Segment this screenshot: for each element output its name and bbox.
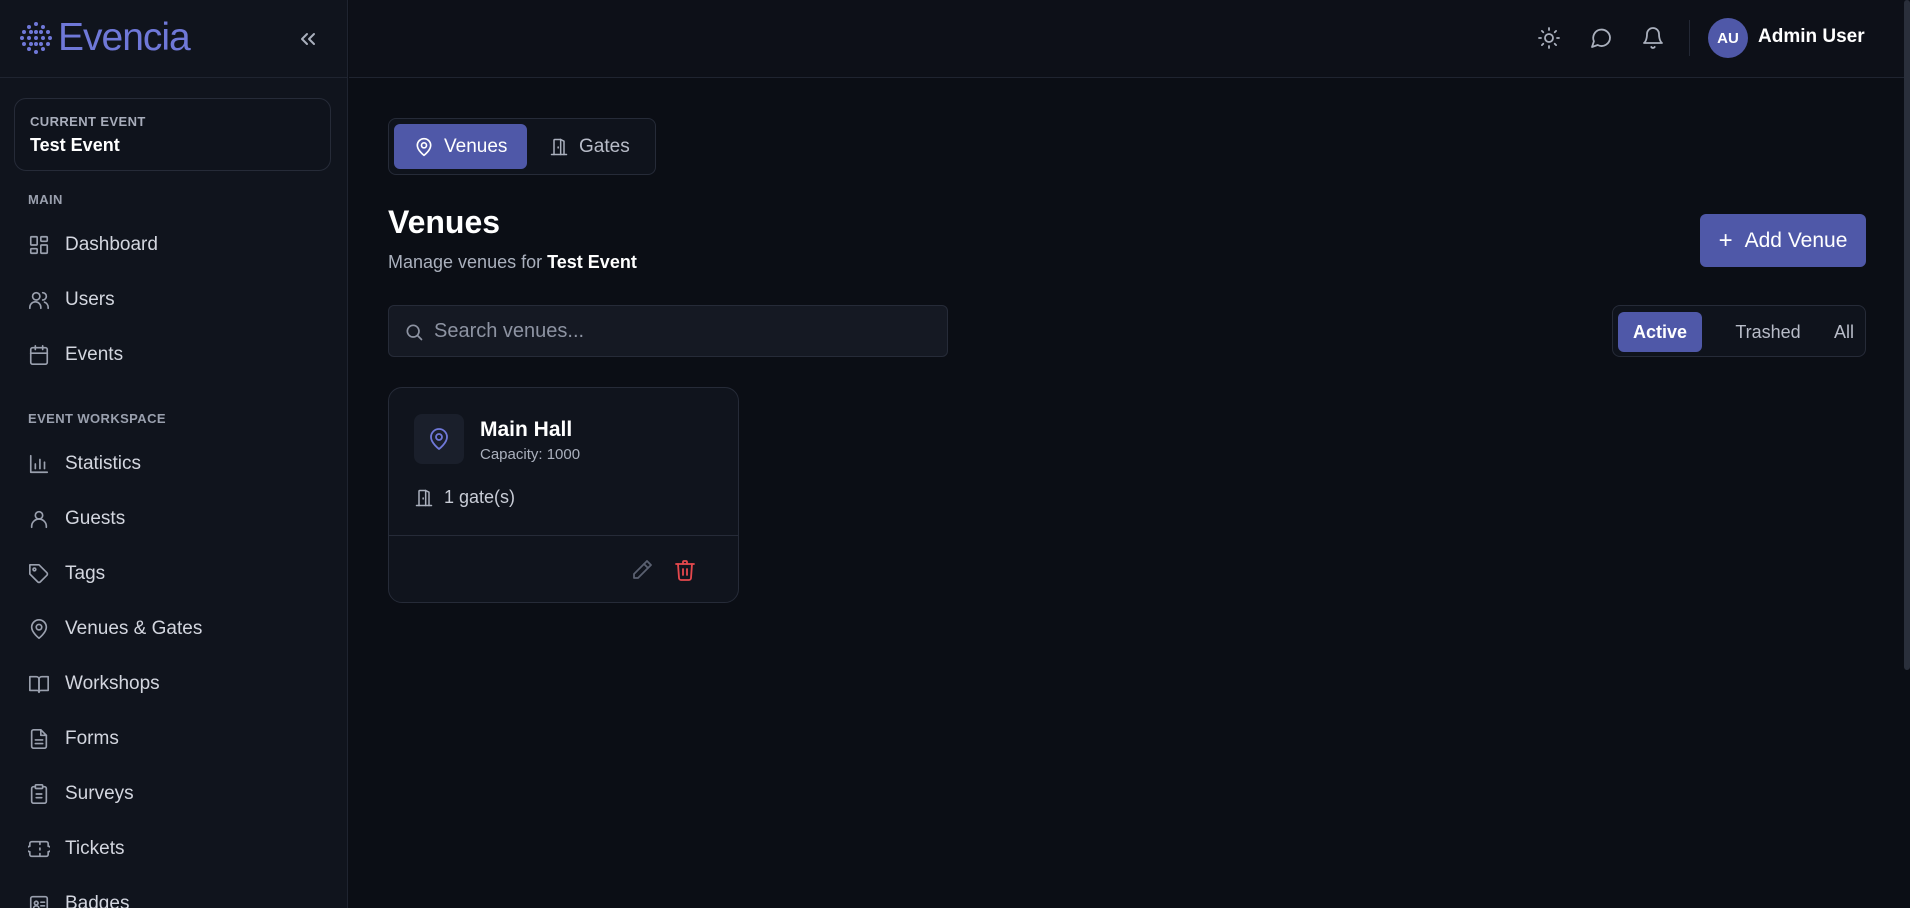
plus-icon: +	[1718, 226, 1733, 254]
trash-icon	[675, 560, 695, 581]
sidebar-item-label: Workshops	[65, 673, 160, 694]
page-scrollbar[interactable]	[1904, 0, 1910, 670]
venue-gate-count: 1 gate(s)	[414, 487, 515, 508]
collapse-sidebar-button[interactable]	[296, 27, 320, 51]
tab-label: Gates	[579, 135, 630, 157]
avatar[interactable]: AU	[1708, 18, 1748, 58]
sidebar-item-forms[interactable]: Forms	[28, 724, 119, 754]
bell-icon	[1643, 27, 1663, 49]
current-event-card[interactable]: CURRENT EVENT Test Event	[14, 98, 331, 171]
sidebar-item-label: Forms	[65, 728, 119, 749]
subtitle-event-name: Test Event	[547, 252, 637, 272]
sidebar-item-workshops[interactable]: Workshops	[28, 669, 160, 699]
sidebar-item-label: Events	[65, 344, 124, 365]
sun-icon	[1538, 27, 1560, 49]
tab-venues[interactable]: Venues	[394, 124, 527, 169]
edit-venue-button[interactable]	[630, 558, 654, 582]
sidebar-item-users[interactable]: Users	[28, 285, 115, 315]
filter-active-button[interactable]: Active	[1618, 312, 1702, 352]
map-pin-icon	[416, 137, 432, 156]
current-event-name: Test Event	[30, 135, 120, 155]
sidebar-item-label: Statistics	[65, 453, 142, 474]
sidebar-item-label: Guests	[65, 508, 126, 529]
messages-button[interactable]	[1589, 26, 1613, 50]
search-input[interactable]	[434, 306, 934, 356]
status-filter: Active Trashed All	[1612, 305, 1866, 357]
sidebar-item-label: Badges	[65, 893, 130, 908]
subtitle-prefix: Manage venues for	[388, 252, 543, 272]
venue-card[interactable]: Main Hall Capacity: 1000 1 gate(s)	[388, 387, 739, 603]
users-icon	[29, 291, 49, 310]
venue-name: Main Hall	[480, 418, 573, 441]
sidebar-item-label: Venues & Gates	[65, 618, 203, 639]
sidebar-item-label: Tickets	[65, 838, 125, 859]
header-divider	[1689, 20, 1690, 56]
page-subtitle: Manage venues for Test Event	[388, 252, 637, 273]
pencil-icon	[633, 560, 652, 579]
sidebar-item-label: Users	[65, 289, 115, 310]
current-event-caption: CURRENT EVENT	[30, 114, 146, 129]
gate-count-label: 1 gate(s)	[444, 487, 516, 507]
sidebar-header: Evencia	[0, 0, 347, 78]
sidebar-item-venues-gates[interactable]: Venues & Gates	[28, 614, 202, 644]
door-icon	[415, 489, 433, 506]
chevrons-left-icon	[301, 33, 315, 45]
filter-all-button[interactable]: All	[1825, 312, 1863, 352]
venue-icon-box	[414, 414, 464, 464]
sidebar-item-badges[interactable]: Badges	[28, 889, 129, 908]
theme-toggle-button[interactable]	[1537, 26, 1561, 50]
sidebar-item-tags[interactable]: Tags	[28, 559, 105, 589]
sidebar-item-label: Surveys	[65, 783, 134, 804]
bar-chart-icon	[29, 454, 49, 474]
tab-gates[interactable]: Gates	[537, 124, 647, 169]
card-divider	[389, 535, 738, 536]
logo-text: Evencia	[58, 16, 191, 59]
add-venue-label: Add Venue	[1744, 228, 1848, 252]
file-icon	[30, 729, 48, 749]
sidebar-item-guests[interactable]: Guests	[28, 504, 125, 534]
dashboard-icon	[29, 235, 49, 255]
map-pin-icon	[430, 428, 448, 450]
search-box	[388, 305, 948, 357]
clipboard-icon	[30, 784, 48, 804]
venue-capacity: Capacity: 1000	[480, 446, 581, 463]
top-bar	[349, 0, 1910, 78]
badge-icon	[29, 895, 49, 908]
venue-gate-tabs: Venues Gates	[388, 118, 656, 175]
calendar-icon	[29, 345, 49, 365]
sidebar-item-dashboard[interactable]: Dashboard	[28, 230, 158, 260]
tag-icon	[29, 564, 49, 584]
message-circle-icon	[1591, 28, 1611, 48]
notifications-button[interactable]	[1641, 26, 1665, 50]
sidebar-item-surveys[interactable]: Surveys	[28, 779, 134, 809]
logo[interactable]: Evencia	[18, 16, 191, 59]
user-icon	[30, 510, 48, 529]
sidebar: Evencia CURRENT EVENT Test Event MAIN Da…	[0, 0, 348, 908]
logo-mark-icon	[20, 22, 52, 54]
sidebar-item-label: Dashboard	[65, 234, 158, 255]
user-name[interactable]: Admin User	[1758, 26, 1865, 48]
map-pin-icon	[30, 619, 48, 639]
door-icon	[550, 138, 568, 155]
delete-venue-button[interactable]	[673, 558, 697, 582]
section-label-main: MAIN	[28, 192, 63, 207]
search-icon	[406, 324, 423, 341]
sidebar-item-label: Tags	[65, 563, 106, 584]
sidebar-item-tickets[interactable]: Tickets	[28, 834, 124, 864]
section-label-workspace: EVENT WORKSPACE	[28, 411, 166, 426]
sidebar-item-statistics[interactable]: Statistics	[28, 449, 141, 479]
book-icon	[29, 675, 49, 694]
tab-label: Venues	[444, 135, 508, 157]
filter-trashed-button[interactable]: Trashed	[1713, 312, 1823, 352]
add-venue-button[interactable]: + Add Venue	[1700, 214, 1866, 267]
sidebar-item-events[interactable]: Events	[28, 340, 123, 370]
ticket-icon	[28, 840, 50, 858]
page-title: Venues	[388, 204, 501, 240]
